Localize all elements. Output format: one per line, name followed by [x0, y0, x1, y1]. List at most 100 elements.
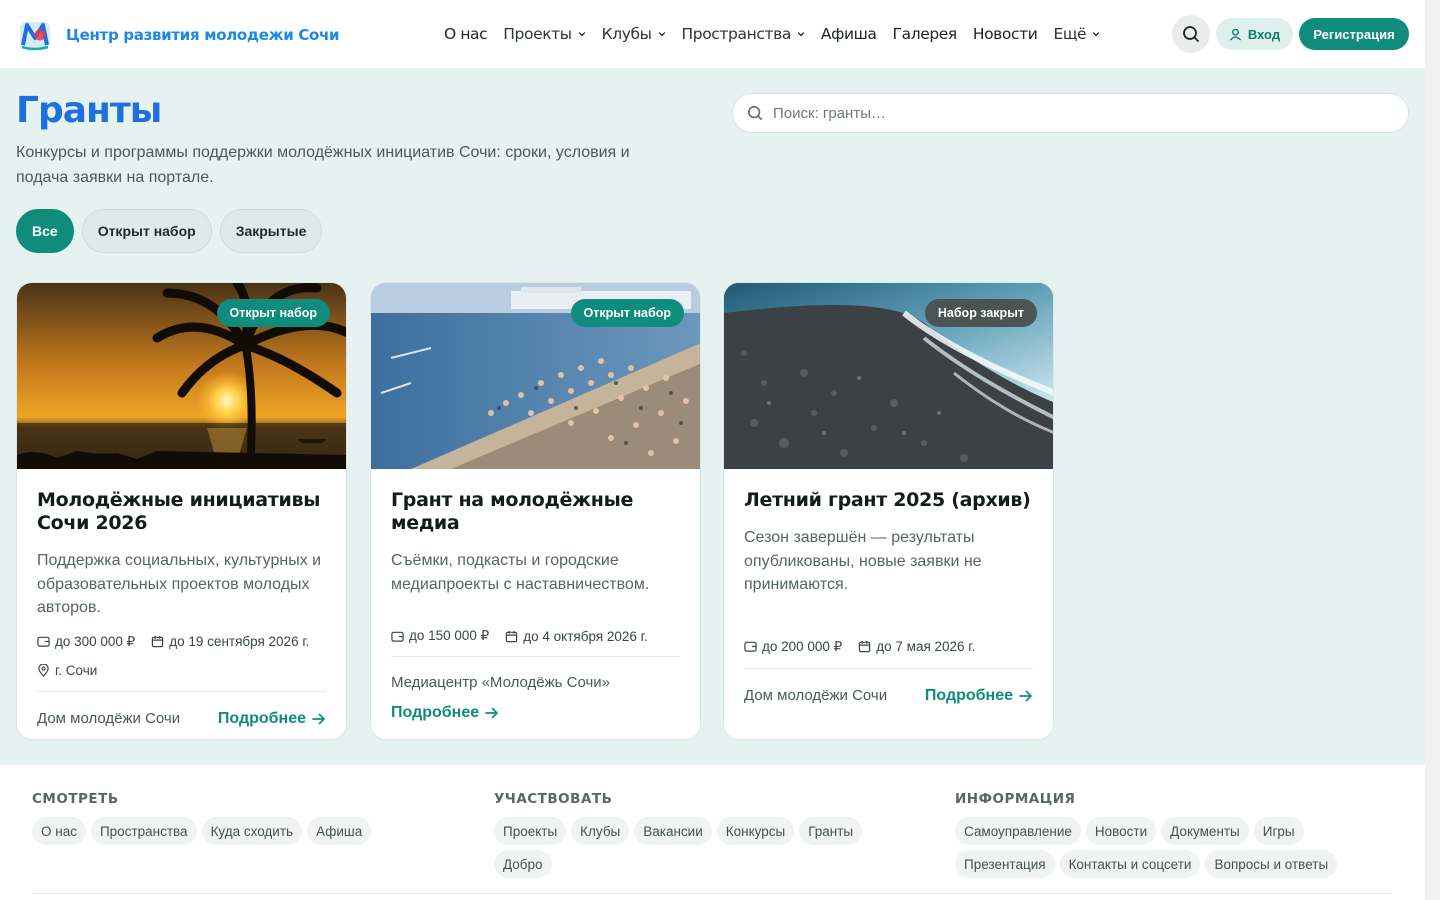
nav-label: Клубы: [601, 25, 652, 43]
amount-text: до 300 000 ₽: [55, 633, 136, 649]
nav-item-about[interactable]: О нас: [444, 25, 488, 43]
status-badge: Открыт набор: [216, 299, 330, 327]
nav-label: Проекты: [503, 25, 572, 43]
chevron-down-icon: [658, 32, 665, 37]
footer-col-info: ИНФОРМАЦИЯ Самоуправление Новости Докуме…: [955, 791, 1392, 878]
organizer: Медиацентр «Молодёжь Сочи»: [391, 674, 611, 691]
chevron-down-icon: [1092, 32, 1100, 37]
header-search-button[interactable]: [1172, 15, 1210, 53]
footer-link[interactable]: Вакансии: [634, 817, 712, 845]
search-icon: [747, 105, 763, 121]
login-label: Вход: [1247, 26, 1281, 42]
footer-link[interactable]: Клубы: [571, 817, 630, 845]
footer-link[interactable]: Добро: [494, 850, 552, 878]
nav-item-more[interactable]: Ещё: [1053, 25, 1100, 43]
brand-link[interactable]: Центр развития молодежи Сочи: [18, 18, 340, 52]
nav-label: Новости: [972, 25, 1038, 43]
card-divider: [744, 667, 1033, 669]
amount-text: до 150 000 ₽: [409, 628, 490, 643]
wallet-icon: [37, 636, 50, 647]
calendar-icon: [859, 640, 871, 653]
footer-link[interactable]: Конкурсы: [716, 817, 795, 845]
arrow-right-icon: [485, 707, 498, 719]
search-icon: [1183, 26, 1199, 42]
deadline-text: до 7 мая 2026 г.: [876, 639, 976, 654]
location-meta: г. Сочи: [37, 663, 97, 678]
wallet-icon: [391, 631, 404, 642]
footer-link[interactable]: Афиша: [307, 817, 372, 845]
user-icon: [1229, 28, 1242, 41]
location-pin-icon: [38, 663, 49, 677]
chevron-down-icon: [578, 32, 585, 37]
card-meta: до 150 000 ₽ до 4 октября 2026 г.: [391, 628, 680, 644]
card-title: Грант на молодёжные медиа: [391, 489, 634, 534]
footer-link[interactable]: Вопросы и ответы: [1205, 850, 1338, 878]
status-badge: Открыт набор: [570, 299, 684, 327]
more-link[interactable]: Подробнее: [218, 710, 326, 728]
card-title: Молодёжные инициативы Сочи 2026: [37, 489, 321, 534]
footer-link[interactable]: Новости: [1085, 817, 1157, 845]
card-meta: до 200 000 ₽ до 7 мая 2026 г.: [744, 639, 1033, 655]
arrow-right-icon: [312, 713, 325, 724]
footer-link[interactable]: Контакты и соцсети: [1059, 850, 1201, 878]
amount-meta: до 200 000 ₽: [744, 639, 842, 655]
footer-link[interactable]: Презентация: [955, 850, 1055, 878]
location-text: г. Сочи: [55, 662, 98, 678]
nav-item-spaces[interactable]: Пространства: [682, 25, 805, 43]
calendar-icon: [152, 635, 164, 648]
deadline-meta: до 4 октября 2026 г.: [505, 628, 648, 644]
grant-card[interactable]: Набор закрыт Летний грант 2025 (архив) С…: [723, 282, 1054, 740]
nav-item-gallery[interactable]: Галерея: [893, 25, 958, 43]
more-link[interactable]: Подробнее: [925, 687, 1033, 705]
brand-name: Центр развития молодежи Сочи: [66, 26, 340, 44]
footer-link[interactable]: Документы: [1161, 817, 1249, 845]
calendar-icon: [506, 630, 518, 642]
search-input[interactable]: [773, 104, 1373, 122]
nav-label: О нас: [444, 25, 488, 43]
page-subtitle: Конкурсы и программы поддержки молодёжны…: [16, 144, 630, 186]
register-button[interactable]: Регистрация: [1299, 18, 1409, 50]
amount-meta: до 300 000 ₽: [37, 634, 135, 650]
card-description: Сезон завершён — результаты опубликованы…: [744, 529, 982, 593]
main-nav: О нас Проекты Клубы Пространства Афиша Г…: [444, 0, 1100, 68]
nav-item-projects[interactable]: Проекты: [503, 25, 585, 43]
site-footer: СМОТРЕТЬ О нас Пространства Куда сходить…: [0, 765, 1425, 900]
footer-link[interactable]: О нас: [32, 817, 86, 845]
organizer: Дом молодёжи Сочи: [37, 710, 181, 727]
card-divider: [37, 690, 326, 692]
footer-link[interactable]: Куда сходить: [201, 817, 303, 845]
filter-open[interactable]: Открыт набор: [81, 209, 212, 253]
footer-link[interactable]: Пространства: [90, 817, 197, 845]
footer-col-watch: СМОТРЕТЬ О нас Пространства Куда сходить…: [32, 791, 452, 845]
nav-item-clubs[interactable]: Клубы: [602, 25, 666, 43]
card-image-sunset: Открыт набор: [17, 283, 346, 469]
footer-link[interactable]: Самоуправление: [955, 817, 1081, 845]
filter-all[interactable]: Все: [16, 209, 74, 253]
nav-label: Пространства: [681, 25, 792, 43]
footer-link[interactable]: Гранты: [799, 817, 863, 845]
nav-item-events[interactable]: Афиша: [821, 25, 877, 43]
more-label: Подробнее: [924, 686, 1013, 704]
wallet-icon: [744, 641, 757, 652]
grants-search: [732, 93, 1409, 133]
page-scrollbar[interactable]: [1425, 0, 1440, 900]
status-badge: Набор закрыт: [924, 299, 1037, 327]
footer-col-participate: УЧАСТВОВАТЬ Проекты Клубы Вакансии Конку…: [494, 791, 894, 878]
nav-label: Ещё: [1053, 25, 1087, 43]
login-button[interactable]: Вход: [1216, 18, 1293, 50]
organizer: Дом молодёжи Сочи: [744, 687, 888, 704]
filter-closed[interactable]: Закрытые: [219, 209, 323, 253]
footer-link[interactable]: Проекты: [494, 817, 567, 845]
more-link[interactable]: Подробнее: [391, 704, 680, 722]
deadline-meta: до 19 сентября 2026 г.: [151, 634, 309, 649]
nav-item-news[interactable]: Новости: [973, 25, 1038, 43]
more-label: Подробнее: [217, 709, 306, 727]
deadline-text: до 4 октября 2026 г.: [523, 628, 648, 644]
footer-link[interactable]: Игры: [1253, 817, 1304, 845]
card-image-pebble-shore: Набор закрыт: [724, 283, 1053, 469]
card-meta: до 300 000 ₽ до 19 сентября 2026 г.: [37, 634, 326, 650]
grant-card[interactable]: Открыт набор Молодёжные инициативы Сочи …: [16, 282, 347, 740]
deadline-text: до 19 сентября 2026 г.: [169, 634, 310, 649]
grant-card[interactable]: Открыт набор Грант на молодёжные медиа С…: [370, 282, 701, 740]
more-label: Подробнее: [391, 704, 480, 721]
